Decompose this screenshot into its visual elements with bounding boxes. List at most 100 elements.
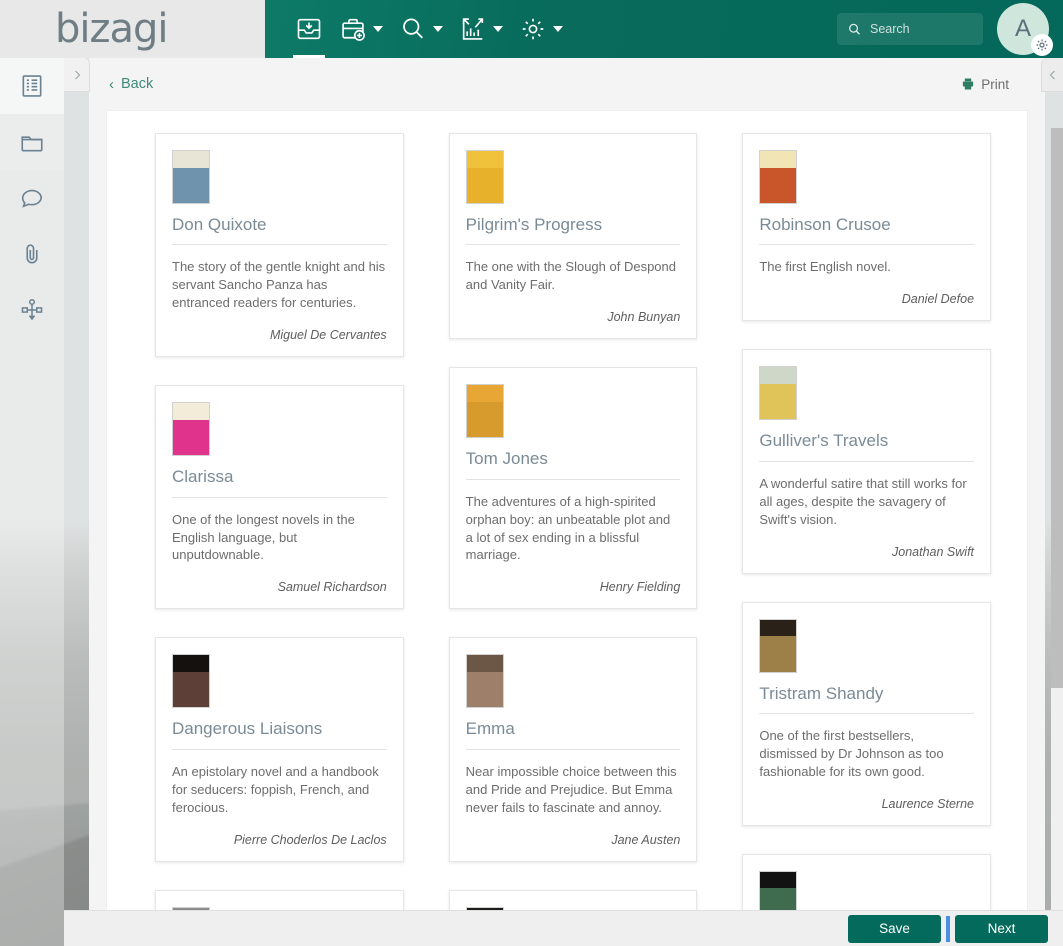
nav-item-search[interactable]	[391, 0, 451, 58]
book-description: The adventures of a high-spirited orphan…	[465, 493, 671, 563]
next-button[interactable]: Next	[955, 914, 1048, 943]
print-button[interactable]: Print	[961, 77, 1009, 92]
button-separator	[946, 915, 950, 942]
cover-top-band	[760, 871, 797, 889]
book-title: Dangerous Liaisons	[172, 719, 387, 750]
logo-area: bizagi	[0, 0, 265, 58]
sidebar-item-documents[interactable]	[0, 114, 64, 170]
book-card[interactable]: Dangerous Liaisons An epistolary novel an…	[155, 637, 404, 862]
book-title: Emma	[465, 719, 681, 750]
book-grid: Don Quixote The story of the gentle knigh…	[107, 111, 1027, 917]
right-panel-collapse-button[interactable]	[1041, 58, 1063, 92]
page-scrollbar-thumb[interactable]	[1051, 128, 1063, 688]
book-author: Henry Fielding	[599, 580, 681, 595]
book-cover-image	[759, 366, 798, 421]
book-title: Tom Jones	[465, 449, 681, 480]
book-card[interactable]: Gulliver's Travels A wonderful satire tha…	[742, 349, 992, 574]
book-title: Robinson Crusoe	[759, 215, 975, 246]
main-panel: ‹ Back Print Don Quixote The story of the…	[89, 58, 1045, 946]
sidebar-item-comments[interactable]	[0, 170, 64, 226]
main-nav	[265, 0, 571, 58]
book-author: Laurence Sterne	[881, 796, 975, 811]
comment-icon	[21, 189, 43, 208]
nav-item-settings[interactable]	[511, 0, 571, 58]
inbox-icon	[297, 18, 321, 40]
cover-bottom-band	[760, 167, 797, 203]
folder-icon	[21, 136, 43, 152]
book-description: A wonderful satire that still works for …	[759, 475, 967, 527]
chevron-left-icon: ‹	[109, 75, 114, 93]
cover-top-band	[760, 151, 797, 168]
sidebar-item-process[interactable]	[0, 282, 64, 338]
book-column: Don Quixote The story of the gentle knigh…	[155, 133, 404, 917]
header-right-group: A	[837, 3, 1063, 56]
left-icon-rail	[0, 58, 64, 946]
book-title: Pilgrim's Progress	[465, 215, 681, 246]
chevron-down-icon	[553, 26, 563, 32]
book-card[interactable]: Tom Jones The adventures of a high-spirit…	[448, 367, 698, 610]
sidebar-item-form[interactable]	[0, 58, 64, 114]
book-cover-image	[465, 384, 504, 439]
book-title: Don Quixote	[172, 215, 387, 246]
book-title: Clarissa	[172, 467, 387, 498]
cover-top-band	[466, 385, 503, 402]
book-card[interactable]: Tristram Shandy One of the first bestsell…	[742, 601, 992, 826]
rail-expand-button[interactable]	[64, 58, 90, 92]
process-flow-icon	[21, 298, 43, 321]
cover-top-band	[760, 619, 797, 637]
cover-top-band	[466, 655, 503, 673]
book-author: Jonathan Swift	[892, 544, 975, 559]
printer-icon	[963, 78, 974, 90]
book-description: One of the longest novels in the English…	[172, 511, 355, 563]
search-icon	[849, 23, 860, 35]
chevron-down-icon	[433, 26, 443, 32]
nav-item-analytics[interactable]	[451, 0, 511, 58]
action-footer: Save Next	[64, 910, 1063, 946]
save-button[interactable]: Save	[848, 914, 941, 943]
app-header: bizagi Search A	[0, 0, 1063, 58]
chevron-down-icon	[373, 26, 383, 32]
cover-top-band	[173, 403, 209, 420]
sidebar-item-attachments[interactable]	[0, 226, 64, 282]
content-card: Don Quixote The story of the gentle knigh…	[106, 110, 1028, 918]
gear-icon	[1036, 39, 1048, 51]
book-cover-image	[172, 150, 210, 204]
book-column: Pilgrim's Progress The one with the Sloug…	[448, 133, 698, 917]
cover-bottom-band	[760, 383, 797, 420]
form-icon	[22, 75, 42, 97]
book-cover-image	[759, 150, 798, 204]
book-description: One of the first bestsellers, dismissed …	[759, 727, 944, 779]
book-title: Tristram Shandy	[759, 684, 975, 714]
book-author: Miguel De Cervantes	[269, 328, 387, 343]
nav-item-new-case[interactable]	[331, 0, 391, 58]
book-cover-image	[172, 654, 210, 709]
global-search[interactable]	[837, 13, 983, 45]
bizagi-logo[interactable]: bizagi	[55, 6, 169, 52]
nav-item-inbox[interactable]	[287, 0, 331, 58]
book-card[interactable]: Robinson Crusoe The first English novel. D…	[742, 133, 992, 322]
header-bar: A	[265, 0, 1063, 58]
user-menu[interactable]: A	[997, 3, 1053, 56]
book-author: Pierre Choderlos De Laclos	[233, 832, 387, 847]
cover-bottom-band	[760, 636, 797, 672]
cover-top-band	[466, 151, 503, 168]
cover-bottom-band	[466, 167, 503, 203]
book-card[interactable]: Pilgrim's Progress The one with the Sloug…	[448, 133, 698, 340]
book-card[interactable]: Emma Near impossible choice between this …	[448, 637, 698, 862]
cover-bottom-band	[173, 672, 209, 708]
back-label: Back	[121, 76, 154, 92]
book-card[interactable]: Frankenstein	[742, 853, 992, 917]
avatar-settings-button[interactable]	[1031, 34, 1053, 56]
book-description: Near impossible choice between this and …	[465, 763, 677, 815]
search-input[interactable]	[870, 22, 970, 36]
book-cover-image	[465, 654, 504, 709]
page-toolbar: ‹ Back Print	[89, 58, 1045, 110]
chevron-down-icon	[493, 26, 503, 32]
book-column: Robinson Crusoe The first English novel. D…	[742, 133, 992, 917]
cover-bottom-band	[173, 419, 209, 456]
cover-bottom-band	[173, 167, 209, 203]
back-button[interactable]: ‹ Back	[109, 76, 153, 93]
book-cover-image	[172, 402, 210, 457]
book-card[interactable]: Don Quixote The story of the gentle knigh…	[155, 133, 404, 358]
book-card[interactable]: Clarissa One of the longest novels in the…	[155, 385, 404, 610]
